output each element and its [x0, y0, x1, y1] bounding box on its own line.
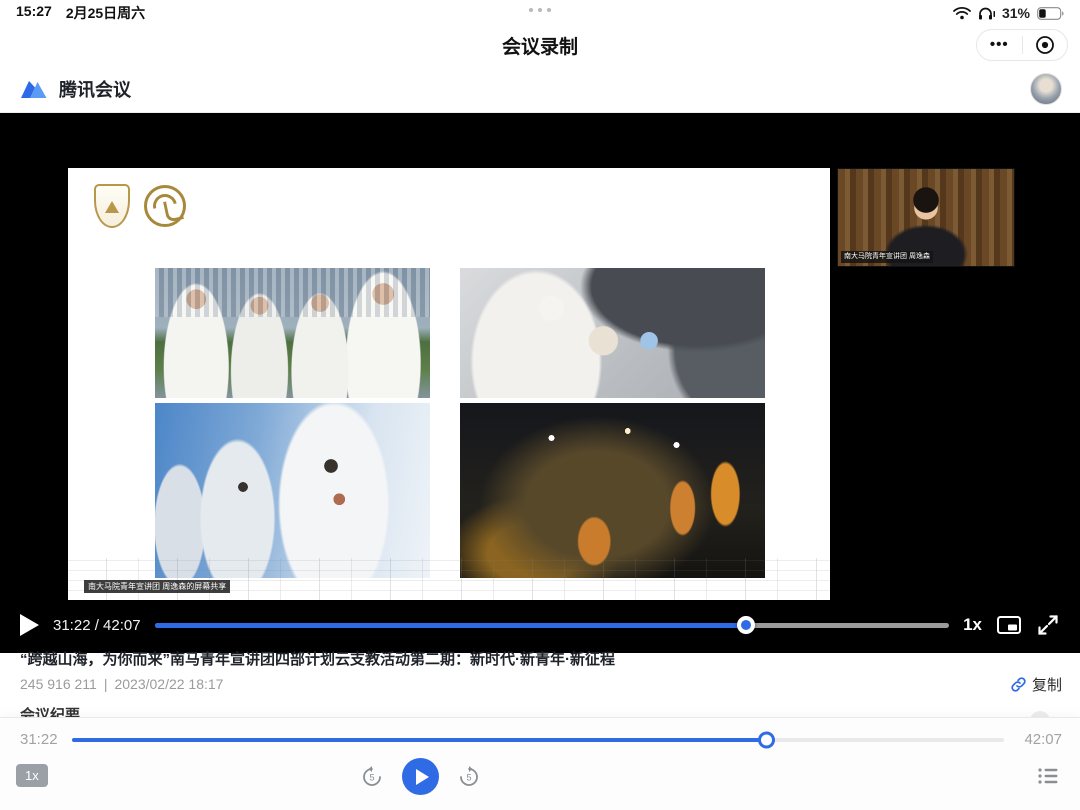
transport-controls: 5 5 [360, 758, 481, 795]
photo-night-workers [460, 403, 765, 578]
nav-bar: 会议录制 ••• [0, 26, 1080, 66]
copy-link-button[interactable]: 复制 [1010, 674, 1062, 695]
date: 2月25日周六 [66, 3, 145, 23]
user-avatar[interactable] [1030, 73, 1062, 105]
seal-logo-icon [144, 185, 186, 227]
brand: 腾讯会议 [18, 76, 131, 102]
recording-title: “跨越山海，为你而来”南马青年宣讲团四部计划云支教活动第二期：新时代·新青年·新… [20, 648, 1000, 669]
playback-speed-button[interactable]: 1x [963, 615, 982, 635]
meta-separator: | [104, 676, 108, 692]
link-icon [1010, 676, 1027, 693]
recording-meta: 245 916 211 | 2023/02/22 18:17 [20, 676, 223, 692]
more-dots-icon: ••• [990, 40, 1009, 50]
target-circle-icon [1035, 35, 1055, 55]
multitask-dots [529, 8, 551, 12]
video-progress-fill [155, 623, 747, 628]
current-time: 31:22 [20, 731, 58, 748]
headphones-icon [978, 6, 995, 20]
bottom-progress-row: 31:22 42:07 [0, 726, 1080, 754]
photo-lab-team [155, 268, 430, 398]
bottom-progress-bar[interactable] [72, 738, 1004, 742]
university-emblem-icon [94, 184, 130, 228]
app-header: 腾讯会议 [0, 66, 1080, 113]
fullscreen-button[interactable] [1036, 613, 1060, 637]
battery-icon [1037, 7, 1064, 20]
svg-text:5: 5 [369, 772, 374, 782]
bottom-speed-badge[interactable]: 1x [16, 764, 48, 787]
close-button[interactable] [1023, 30, 1068, 60]
clock: 15:27 [16, 3, 52, 23]
bottom-progress-handle[interactable] [758, 732, 775, 749]
time-display: 31:22 / 42:07 [53, 617, 141, 634]
app-name: 腾讯会议 [59, 76, 131, 102]
video-progress-handle[interactable] [737, 616, 755, 634]
status-bar: 15:27 2月25日周六 31% [0, 0, 1080, 26]
wifi-icon [953, 6, 971, 20]
miniprogram-capsule: ••• [976, 29, 1068, 61]
photo-ppe-megaphone [460, 268, 765, 398]
more-button[interactable]: ••• [977, 30, 1022, 60]
chapter-list-button[interactable] [1036, 764, 1060, 788]
recording-datetime: 2023/02/22 18:17 [114, 676, 223, 692]
speaker-video-thumbnail[interactable]: 南大马院青年宣讲团 周逸森 [837, 168, 1015, 267]
bottom-progress-fill [72, 738, 766, 742]
screen-share-label: 南大马院青年宣讲团 周逸森的屏幕共享 [84, 580, 230, 593]
tencent-meeting-logo-icon [18, 76, 50, 102]
rewind-5-button[interactable]: 5 [360, 765, 384, 789]
meeting-number: 245 916 211 [20, 676, 97, 692]
photo-frost-soldiers [155, 403, 430, 578]
page-title: 会议录制 [0, 32, 1080, 59]
speaker-name-label: 南大马院青年宣讲团 周逸森 [841, 251, 933, 263]
copy-label: 复制 [1032, 674, 1062, 695]
video-player[interactable]: 南大马院青年宣讲团 周逸森的屏幕共享 南大马院青年宣讲团 周逸森 31:22 /… [0, 113, 1080, 653]
play-button[interactable] [20, 614, 39, 636]
player-controls: 31:22 / 42:07 1x [0, 607, 1080, 643]
forward-5-button[interactable]: 5 [457, 765, 481, 789]
shared-slide: 南大马院青年宣讲团 周逸森的屏幕共享 [68, 168, 830, 600]
video-progress-bar[interactable] [155, 623, 950, 628]
slide-logos [94, 184, 186, 228]
total-time: 42:07 [1024, 731, 1062, 748]
bottom-play-button[interactable] [402, 758, 439, 795]
skyline-artwork [68, 558, 830, 600]
bottom-player-bar: 31:22 42:07 1x 5 5 [0, 718, 1080, 810]
play-triangle-icon [416, 769, 429, 785]
svg-text:5: 5 [466, 772, 471, 782]
picture-in-picture-button[interactable] [996, 614, 1022, 636]
battery-percent: 31% [1002, 5, 1030, 21]
